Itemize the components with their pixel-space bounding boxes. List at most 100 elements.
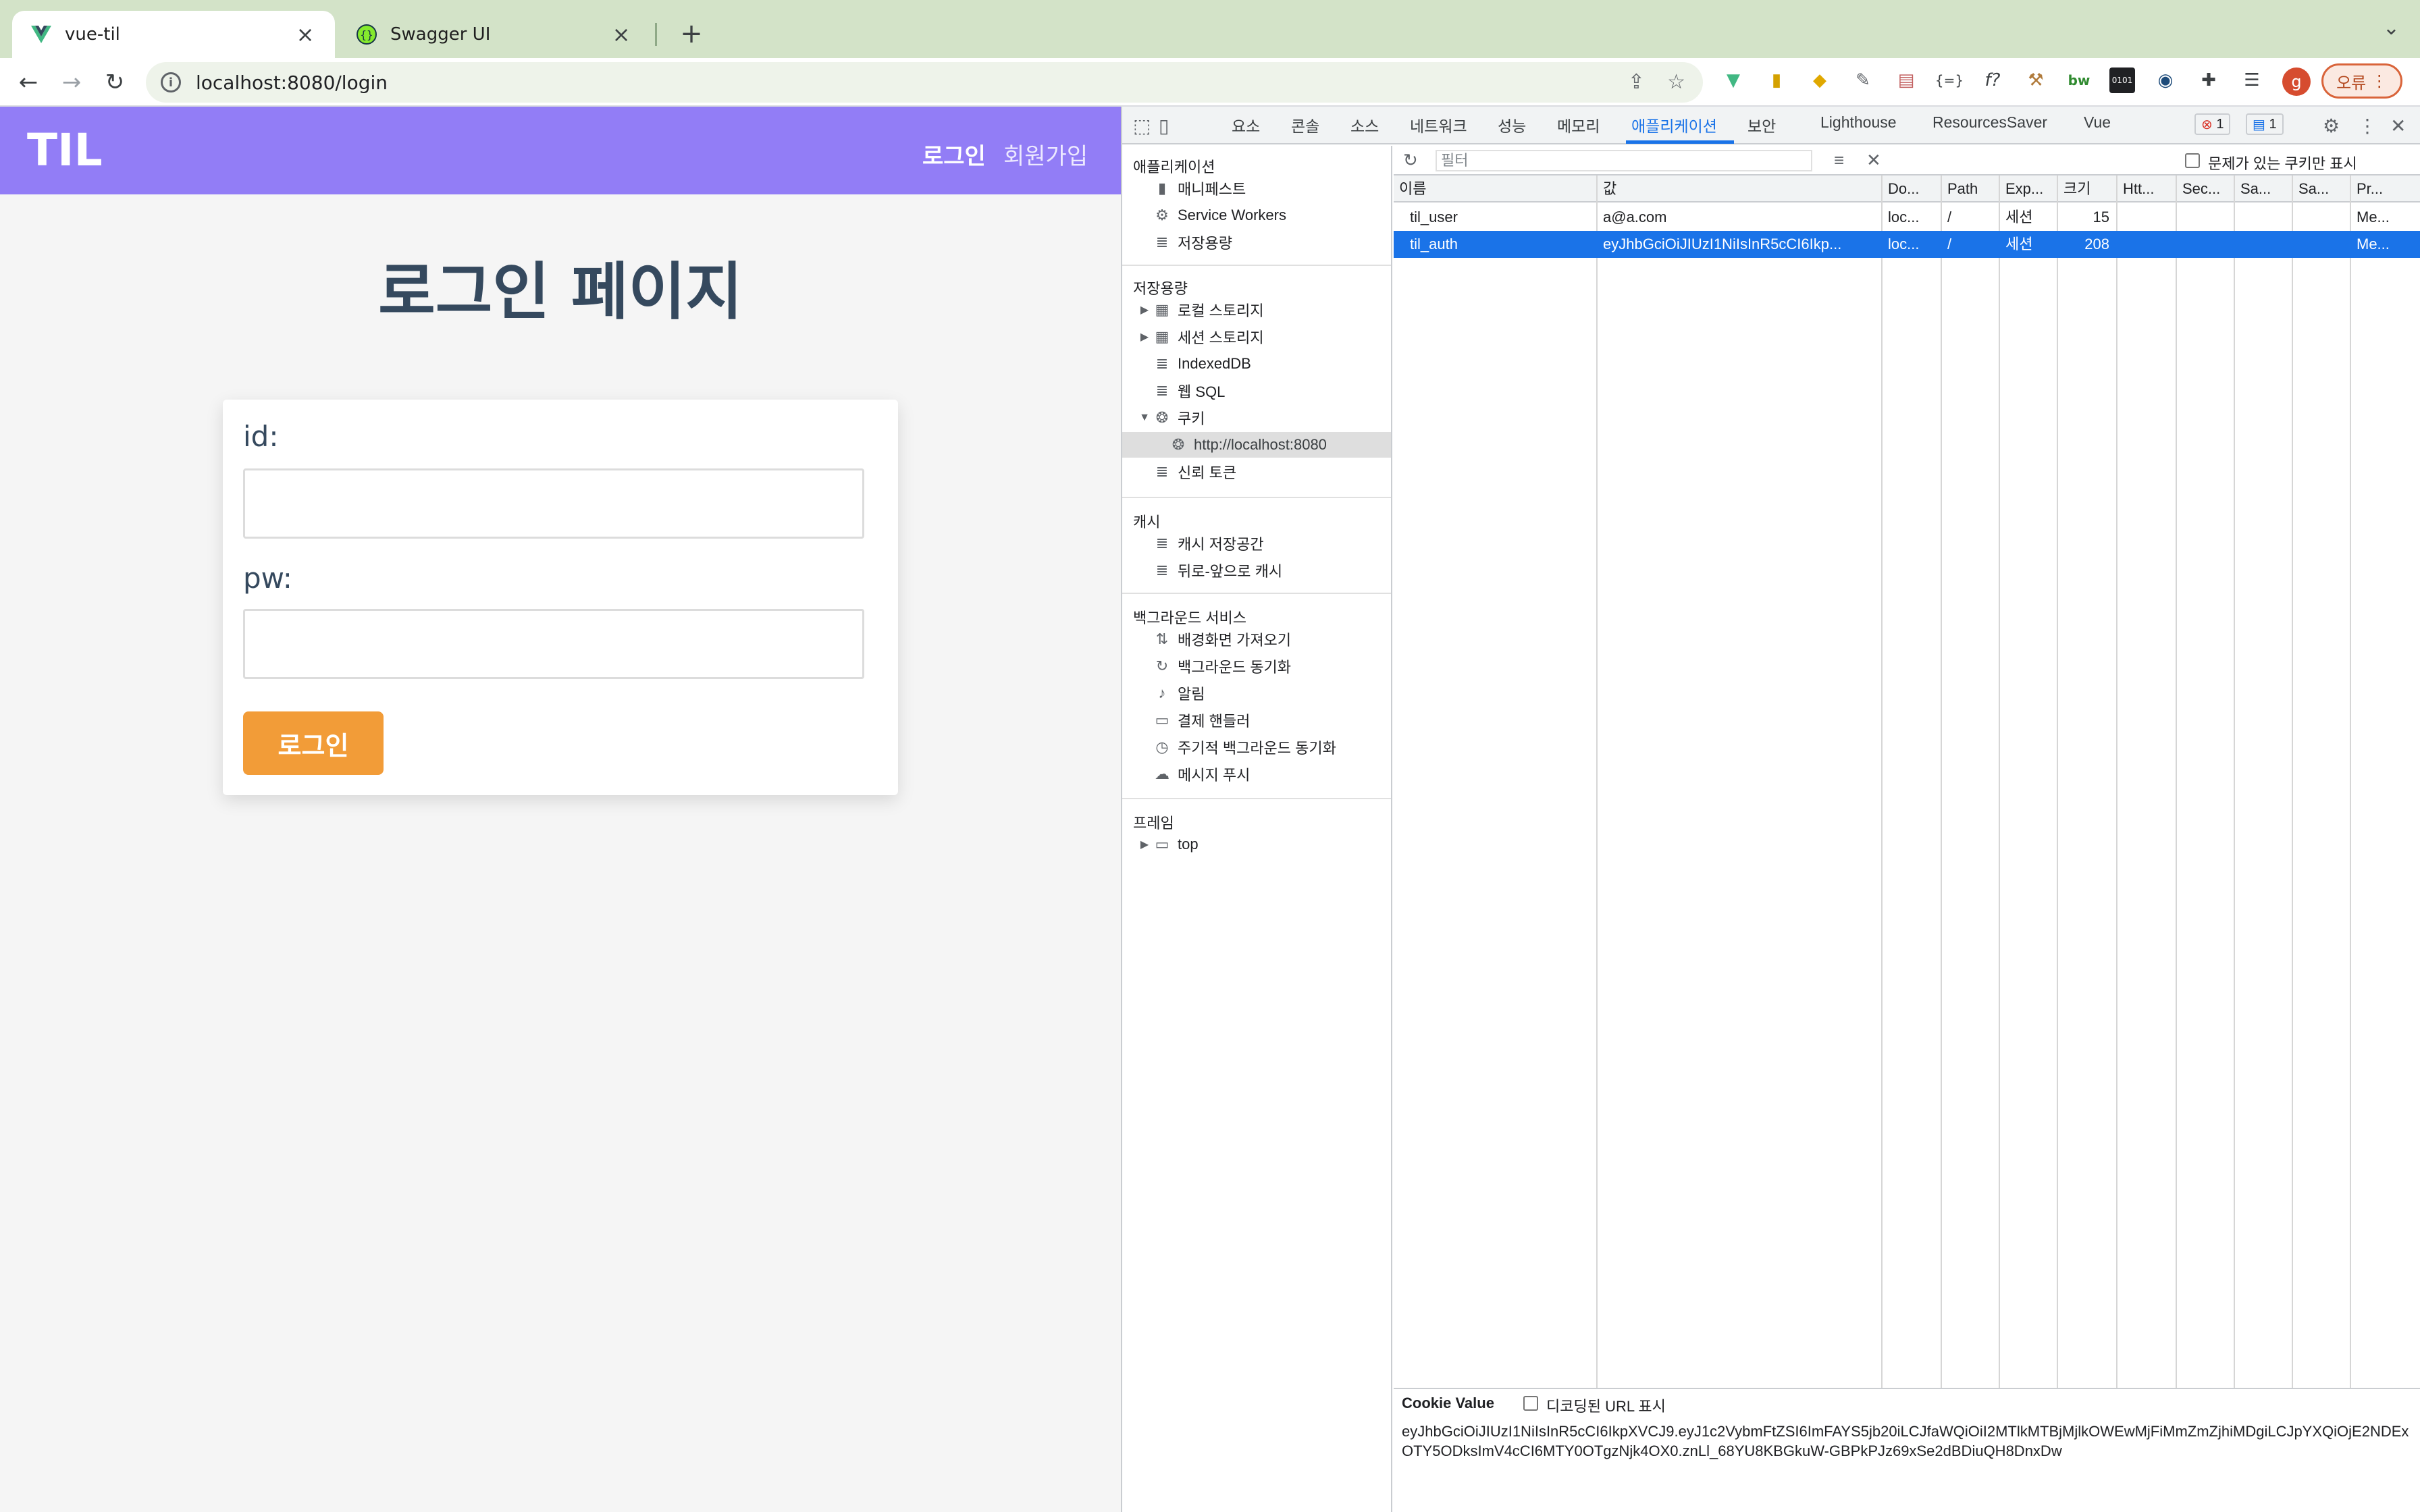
cookie-filter-input[interactable]: 필터 <box>1436 150 1812 171</box>
column-header-domain[interactable]: Do... <box>1883 176 1941 202</box>
sidebar-item-cookies[interactable]: ▼ ❂ 쿠키 <box>1122 405 1391 431</box>
browser-tab-swagger[interactable]: {} Swagger UI × <box>338 11 651 58</box>
browser-tab-vue-til[interactable]: vue-til × <box>12 11 335 58</box>
settings-gear-icon[interactable]: ⚙ <box>2323 115 2340 137</box>
column-header-priority[interactable]: Pr... <box>2351 176 2420 202</box>
bookmark-star-icon[interactable]: ☆ <box>1667 70 1685 94</box>
site-info-icon[interactable]: i <box>161 72 181 92</box>
refresh-icon[interactable]: ↻ <box>1403 150 1418 171</box>
sidebar-item-periodic-sync[interactable]: ◷ 주기적 백그라운드 동기화 <box>1122 734 1391 760</box>
table-row-selected[interactable]: til_auth eyJhbGciOiJIUzI1NiIsInR5cCI6Ikp… <box>1394 231 2420 258</box>
column-divider[interactable] <box>1596 176 1598 1388</box>
devtools-tab-network[interactable]: 네트워크 <box>1410 113 1467 136</box>
error-button[interactable]: 오류 ⋮ <box>2321 63 2402 99</box>
devtools-tab-memory[interactable]: 메모리 <box>1557 113 1600 136</box>
vue-devtools-extension-icon[interactable]: ▼ <box>1720 68 1746 93</box>
more-options-icon[interactable]: ⋮ <box>2358 115 2377 137</box>
devtools-tab-lighthouse[interactable]: Lighthouse <box>1820 113 1897 132</box>
column-header-secure[interactable]: Sec... <box>2177 176 2234 202</box>
login-submit-button[interactable]: 로그인 <box>243 711 384 775</box>
devtools-tab-vue[interactable]: Vue <box>2084 113 2111 132</box>
json-extension-icon[interactable]: {=} <box>1935 68 1964 93</box>
table-row[interactable]: til_user a@a.com loc... / 세션 15 Me... <box>1394 204 2420 231</box>
sidebar-item-session-storage[interactable]: ▶ ▦ 세션 스토리지 <box>1122 324 1391 350</box>
column-divider[interactable] <box>2057 176 2058 1388</box>
column-header-samesite[interactable]: Sa... <box>2235 176 2292 202</box>
column-header-httponly[interactable]: Htt... <box>2118 176 2176 202</box>
only-issues-checkbox[interactable] <box>2185 153 2200 168</box>
sidebar-item-push-messaging[interactable]: ☁ 메시지 푸시 <box>1122 761 1391 787</box>
profile-avatar[interactable]: g <box>2282 68 2311 96</box>
cookie-value-text[interactable]: eyJhbGciOiJIUzI1NiIsInR5cCI6IkpXVCJ9.eyJ… <box>1402 1422 2415 1461</box>
sidebar-item-local-storage[interactable]: ▶ ▦ 로컬 스토리지 <box>1122 297 1391 323</box>
sidebar-item-payment-handler[interactable]: ▭ 결제 핸들러 <box>1122 707 1391 733</box>
column-divider[interactable] <box>2234 176 2235 1388</box>
url-text[interactable]: localhost:8080/login <box>196 72 388 94</box>
reading-list-icon[interactable]: ☰ <box>2239 68 2265 93</box>
binary-extension-icon[interactable]: 0101 <box>2109 68 2135 93</box>
extension-icon[interactable]: ◉ <box>2153 68 2178 93</box>
expand-triangle-icon[interactable]: ▶ <box>1137 330 1152 344</box>
hammer-extension-icon[interactable]: ⚒ <box>2023 68 2049 93</box>
error-count-badge[interactable]: ⊗ 1 <box>2194 113 2231 135</box>
sidebar-item-service-workers[interactable]: ⚙ Service Workers <box>1122 202 1391 228</box>
inspect-element-icon[interactable]: ⬚ <box>1133 115 1151 137</box>
column-header-name[interactable]: 이름 <box>1394 176 1596 202</box>
column-divider[interactable] <box>2176 176 2177 1388</box>
back-arrow-icon[interactable]: ← <box>15 69 42 96</box>
sidebar-item-cache-storage[interactable]: ≣ 캐시 저장공간 <box>1122 531 1391 556</box>
extension-icon[interactable]: ▮ <box>1764 68 1789 93</box>
column-header-size[interactable]: 크기 <box>2058 176 2116 202</box>
column-divider[interactable] <box>2350 176 2351 1388</box>
sidebar-item-manifest[interactable]: ▮ 매니페스트 <box>1122 176 1391 201</box>
column-header-sameparty[interactable]: Sa... <box>2293 176 2350 202</box>
close-icon[interactable]: × <box>293 22 317 47</box>
message-count-badge[interactable]: ▤ 1 <box>2246 113 2284 135</box>
sidebar-item-indexeddb[interactable]: ≣ IndexedDB <box>1122 351 1391 377</box>
calendar-extension-icon[interactable]: ▤ <box>1893 68 1919 93</box>
devtools-tab-console[interactable]: 콘솔 <box>1291 113 1319 136</box>
devtools-tab-application[interactable]: 애플리케이션 <box>1631 113 1717 136</box>
bw-extension-icon[interactable]: bw <box>2066 68 2092 93</box>
column-divider[interactable] <box>1881 176 1883 1388</box>
reload-icon[interactable]: ↻ <box>101 69 128 96</box>
eyedropper-extension-icon[interactable]: ✎ <box>1850 68 1876 93</box>
address-bar[interactable]: i localhost:8080/login ⇪ ☆ <box>146 62 1703 103</box>
new-tab-plus-icon[interactable]: + <box>675 18 708 50</box>
column-divider[interactable] <box>2116 176 2118 1388</box>
extension-icon[interactable]: ◆ <box>1807 68 1833 93</box>
puzzle-extensions-icon[interactable]: ✚ <box>2196 68 2221 93</box>
tab-search-chevron-icon[interactable]: ⌄ <box>2383 16 2400 40</box>
close-icon[interactable]: × <box>609 22 633 47</box>
sidebar-item-notifications[interactable]: ♪ 알림 <box>1122 680 1391 706</box>
column-divider[interactable] <box>2292 176 2293 1388</box>
column-header-value[interactable]: 값 <box>1598 176 1881 202</box>
id-input[interactable] <box>243 468 864 539</box>
expand-triangle-icon[interactable]: ▶ <box>1137 838 1152 851</box>
sidebar-item-trust-tokens[interactable]: ≣ 신뢰 토큰 <box>1122 459 1391 485</box>
sidebar-item-web-sql[interactable]: ≣ 웹 SQL <box>1122 378 1391 404</box>
decoded-url-checkbox[interactable] <box>1523 1396 1538 1411</box>
expand-triangle-icon[interactable]: ▶ <box>1137 303 1152 317</box>
devtools-tab-elements[interactable]: 요소 <box>1232 113 1260 136</box>
column-divider[interactable] <box>1941 176 1942 1388</box>
forward-arrow-icon[interactable]: → <box>58 69 85 96</box>
devtools-tab-resourcessaver[interactable]: ResourcesSaver <box>1932 113 2047 132</box>
collapse-triangle-icon[interactable]: ▼ <box>1137 412 1152 424</box>
nav-signup-link[interactable]: 회원가입 <box>1003 138 1088 171</box>
devtools-tab-security[interactable]: 보안 <box>1747 113 1776 136</box>
nav-login-link[interactable]: 로그인 <box>922 138 986 171</box>
clear-filtered-cookies-icon[interactable]: ≡ <box>1834 150 1844 171</box>
device-toolbar-icon[interactable]: ▯ <box>1159 115 1169 137</box>
sidebar-item-storage[interactable]: ≣ 저장용량 <box>1122 230 1391 255</box>
sidebar-item-bfcache[interactable]: ≣ 뒤로-앞으로 캐시 <box>1122 558 1391 583</box>
column-divider[interactable] <box>1999 176 2000 1388</box>
sidebar-item-cookie-localhost[interactable]: ❂ http://localhost:8080 <box>1122 432 1391 458</box>
app-logo[interactable]: TIL <box>27 124 103 176</box>
pw-input[interactable] <box>243 609 864 679</box>
column-header-expires[interactable]: Exp... <box>2000 176 2057 202</box>
sidebar-item-background-sync[interactable]: ↻ 백그라운드 동기화 <box>1122 653 1391 679</box>
sidebar-item-background-fetch[interactable]: ⇅ 배경화면 가져오기 <box>1122 626 1391 652</box>
devtools-tab-performance[interactable]: 성능 <box>1498 113 1526 136</box>
devtools-tab-sources[interactable]: 소스 <box>1350 113 1379 136</box>
